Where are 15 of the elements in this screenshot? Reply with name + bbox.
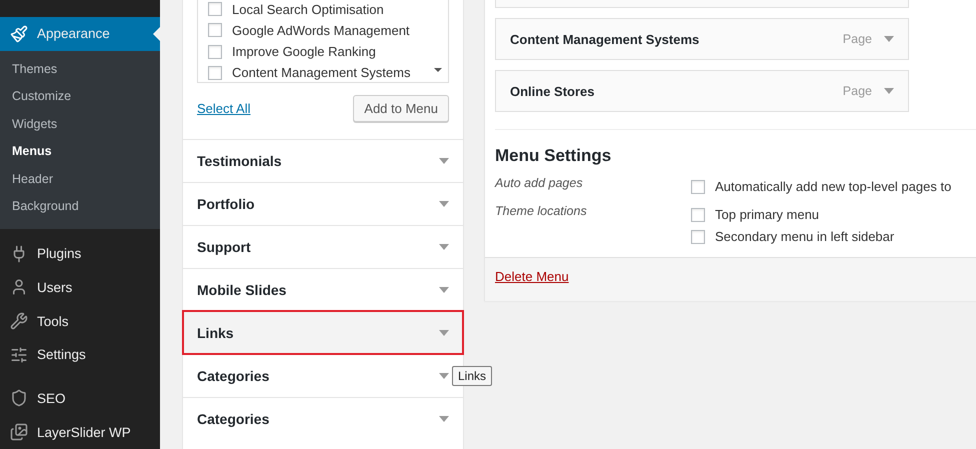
checkbox-label: Content Management Systems xyxy=(232,65,410,80)
checkbox-label: Secondary menu in left sidebar xyxy=(715,229,894,244)
checkbox-label: Local Search Optimisation xyxy=(232,2,384,17)
menu-item-title: Content Management Systems xyxy=(510,32,700,46)
checkbox-label: Automatically add new top-level pages to xyxy=(715,179,952,194)
setting-label: Theme locations xyxy=(495,204,588,220)
tooltip: Links xyxy=(452,366,492,386)
setting-label: Auto add pages xyxy=(495,176,584,192)
checkbox-label: Improve Google Ranking xyxy=(232,44,376,60)
menu-item-title: Online Stores xyxy=(510,84,596,98)
checkbox-label: Top primary menu xyxy=(715,207,820,222)
menu-item-type: Page xyxy=(842,84,872,98)
menu-item-type: Page xyxy=(842,32,872,46)
section-heading: Menu Settings xyxy=(495,146,612,166)
checkbox-label: Google AdWords Management xyxy=(232,22,410,38)
